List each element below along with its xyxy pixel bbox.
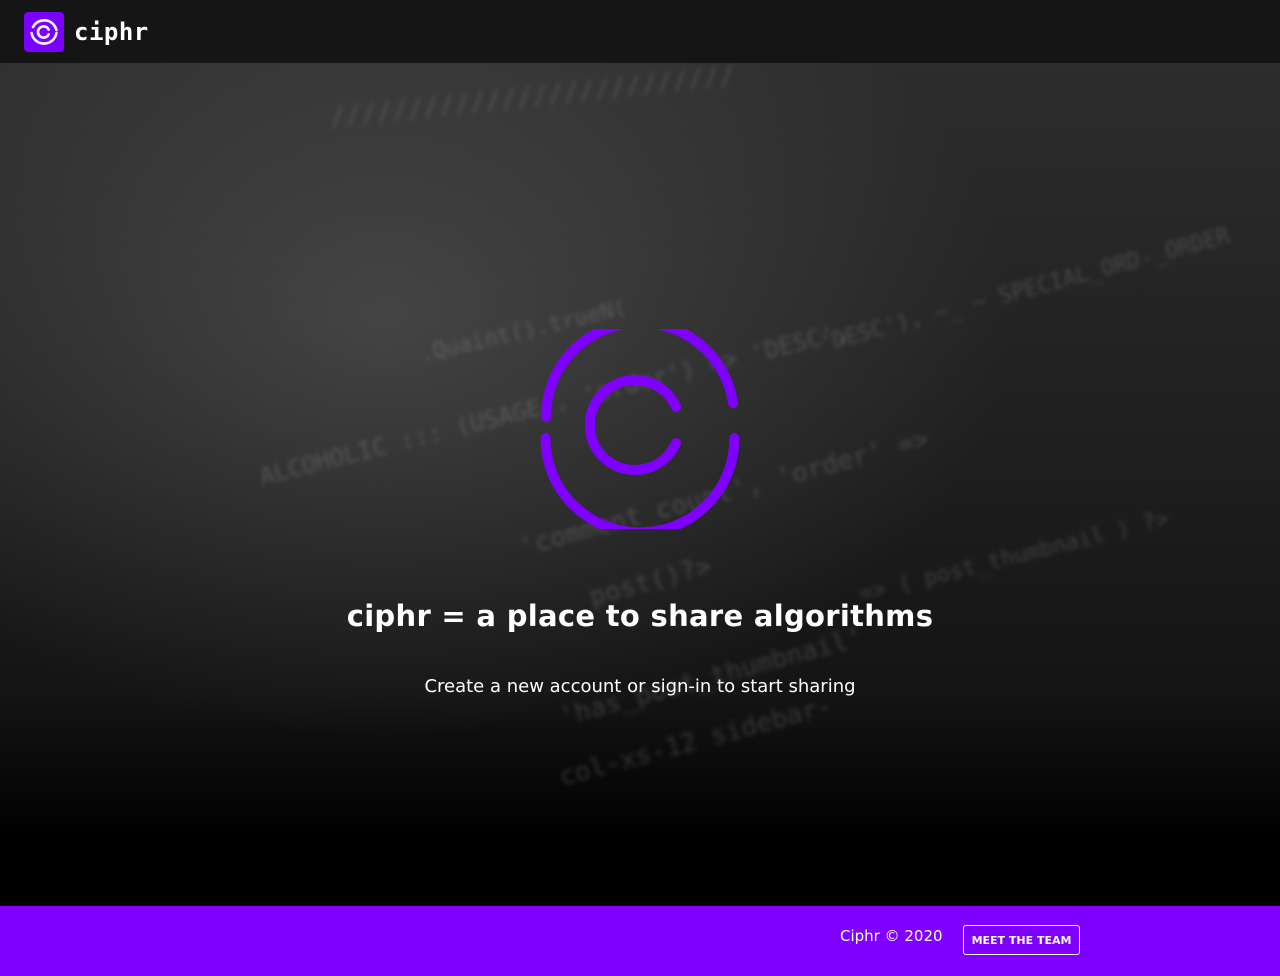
footer: Ciphr © 2020 MEET THE TEAM xyxy=(0,906,1280,976)
navbar: ciphr xyxy=(0,0,1280,63)
hero-title: ciphr = a place to share algorithms xyxy=(346,599,934,633)
hero-section: ////////////////////////// .Quaint().tru… xyxy=(0,63,1280,906)
hero-subtitle: Create a new account or sign-in to start… xyxy=(424,676,856,697)
ciphr-logo-icon xyxy=(24,11,64,52)
copyright-text: Ciphr © 2020 xyxy=(840,927,943,945)
meet-the-team-button[interactable]: MEET THE TEAM xyxy=(963,925,1080,955)
brand-name: ciphr xyxy=(74,17,149,46)
brand-link[interactable]: ciphr xyxy=(24,11,149,52)
ciphr-logo-icon xyxy=(540,317,740,538)
